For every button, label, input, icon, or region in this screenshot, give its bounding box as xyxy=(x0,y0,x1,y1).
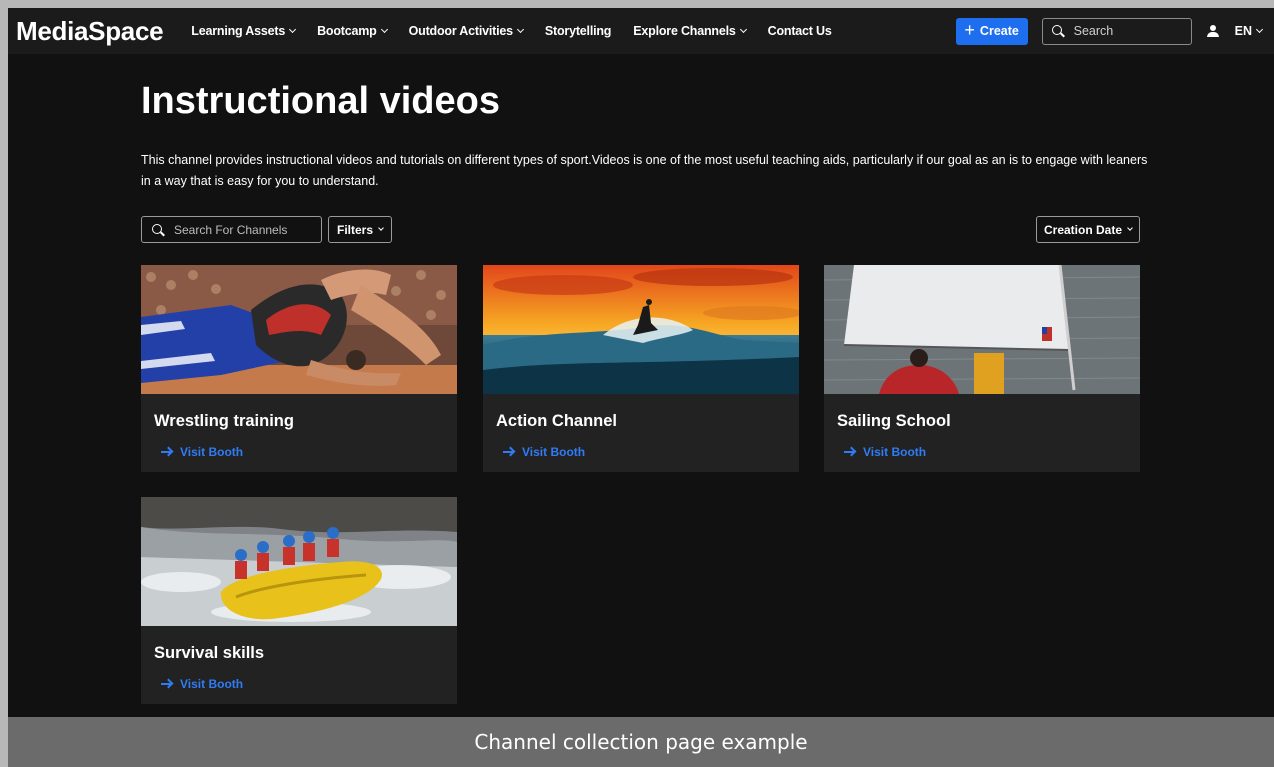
channel-thumbnail xyxy=(141,497,457,626)
plus-icon: + xyxy=(964,20,975,40)
create-button[interactable]: + Create xyxy=(955,17,1028,45)
channel-description: This channel provides instructional vide… xyxy=(141,153,1148,188)
channel-title[interactable]: Action Channel xyxy=(496,412,617,431)
nav-item-bootcamp[interactable]: Bootcamp xyxy=(317,24,388,38)
create-button-label: Create xyxy=(979,24,1019,38)
top-navigation-bar: MediaSpace Learning Assets Bootcamp Outd… xyxy=(8,8,1274,54)
caption-bar: Channel collection page example xyxy=(8,717,1274,767)
channel-card-sailing[interactable]: Sailing School Visit Booth xyxy=(824,265,1140,472)
chevron-down-icon xyxy=(739,25,747,34)
visit-booth-link[interactable]: Visit Booth xyxy=(844,445,926,459)
header-search-input[interactable]: Search xyxy=(1041,17,1192,45)
nav-item-label: Outdoor Activities xyxy=(408,24,513,38)
page-title: Instructional videos xyxy=(141,80,500,122)
sort-label: Creation Date xyxy=(1043,222,1123,237)
language-label: EN xyxy=(1234,24,1252,38)
search-icon xyxy=(1051,25,1064,37)
sort-dropdown[interactable]: Creation Date xyxy=(1036,216,1140,243)
main-menu: Learning Assets Bootcamp Outdoor Activit… xyxy=(191,24,853,38)
channel-card-wrestling[interactable]: Wrestling training Visit Booth xyxy=(141,265,457,472)
site-logo[interactable]: MediaSpace xyxy=(16,16,164,47)
nav-item-outdoor-activities[interactable]: Outdoor Activities xyxy=(408,24,524,38)
channel-search-placeholder: Search For Channels xyxy=(174,222,288,237)
arrow-right-icon xyxy=(161,447,172,457)
channel-thumbnail xyxy=(824,265,1140,394)
visit-booth-link[interactable]: Visit Booth xyxy=(161,677,243,691)
channel-title[interactable]: Wrestling training xyxy=(154,412,294,431)
channel-thumbnail xyxy=(483,265,799,394)
nav-item-label: Learning Assets xyxy=(191,24,286,38)
nav-item-label: Contact Us xyxy=(767,24,832,38)
channel-card-action[interactable]: Action Channel Visit Booth xyxy=(483,265,799,472)
visit-booth-link[interactable]: Visit Booth xyxy=(161,445,243,459)
chevron-down-icon xyxy=(380,25,388,34)
nav-item-learning-assets[interactable]: Learning Assets xyxy=(191,24,297,38)
caption-text: Channel collection page example xyxy=(474,730,808,754)
channel-search-input[interactable]: Search For Channels xyxy=(141,216,322,243)
channel-card-survival[interactable]: Survival skills Visit Booth xyxy=(141,497,457,704)
channel-title[interactable]: Sailing School xyxy=(837,412,951,431)
visit-booth-link[interactable]: Visit Booth xyxy=(503,445,585,459)
chevron-down-icon xyxy=(1255,25,1264,34)
arrow-right-icon xyxy=(161,679,172,689)
visit-booth-label: Visit Booth xyxy=(180,677,244,691)
chevron-down-icon xyxy=(516,25,524,34)
app-frame: MediaSpace Learning Assets Bootcamp Outd… xyxy=(8,8,1274,767)
chevron-down-icon xyxy=(289,25,297,34)
visit-booth-label: Visit Booth xyxy=(180,445,244,459)
filters-button[interactable]: Filters xyxy=(328,216,392,243)
visit-booth-label: Visit Booth xyxy=(863,445,927,459)
visit-booth-label: Visit Booth xyxy=(522,445,586,459)
arrow-right-icon xyxy=(844,447,855,457)
channel-thumbnail xyxy=(141,265,457,394)
user-icon[interactable] xyxy=(1206,24,1219,38)
chevron-down-icon xyxy=(1127,225,1133,231)
arrow-right-icon xyxy=(503,447,514,457)
language-selector[interactable]: EN xyxy=(1234,24,1264,38)
nav-item-label: Storytelling xyxy=(544,24,612,38)
search-icon xyxy=(152,223,164,236)
header-search-placeholder: Search xyxy=(1073,24,1114,38)
nav-item-label: Bootcamp xyxy=(317,24,377,38)
nav-item-label: Explore Channels xyxy=(633,24,736,38)
nav-item-storytelling[interactable]: Storytelling xyxy=(544,24,612,38)
nav-item-contact-us[interactable]: Contact Us xyxy=(768,24,832,38)
channel-title[interactable]: Survival skills xyxy=(154,644,264,663)
nav-item-explore-channels[interactable]: Explore Channels xyxy=(633,24,747,38)
header-actions: + Create Search EN xyxy=(955,8,1274,54)
chevron-down-icon xyxy=(378,225,384,231)
filters-label: Filters xyxy=(336,222,373,237)
